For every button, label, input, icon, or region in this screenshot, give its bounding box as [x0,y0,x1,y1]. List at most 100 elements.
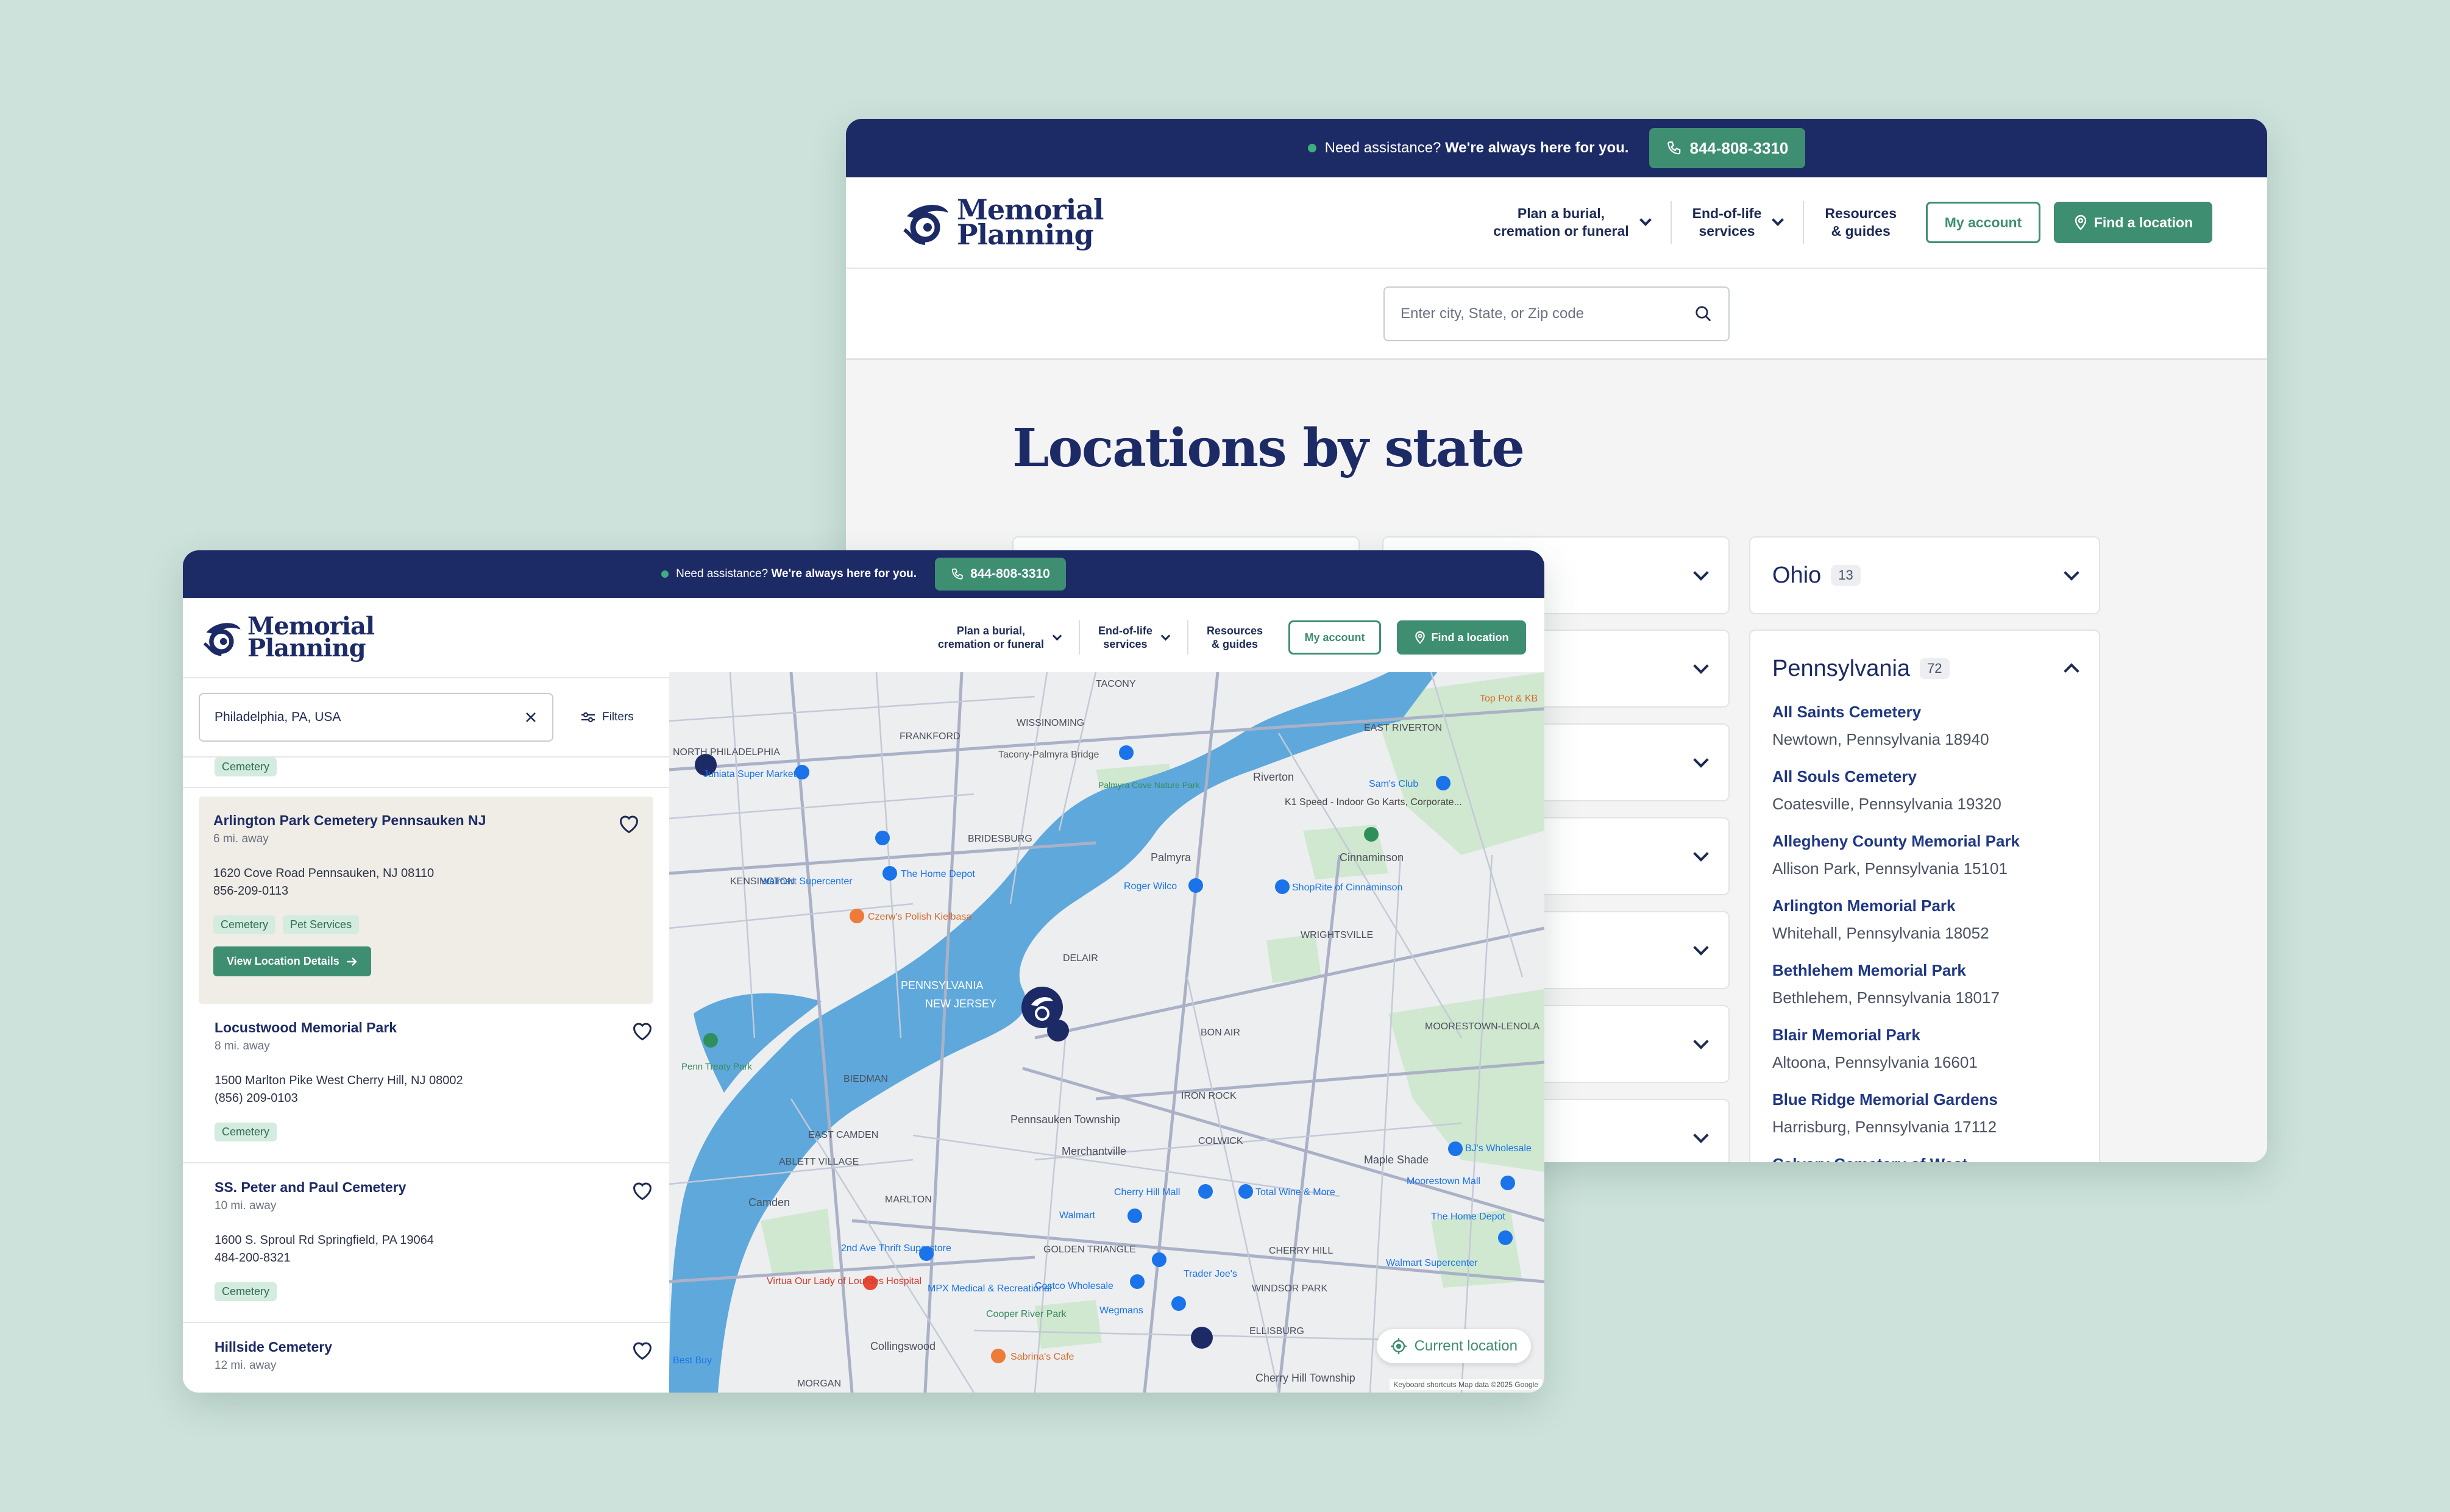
card-title: Arlington Park Cemetery Pennsauken NJ [213,812,486,828]
logo[interactable]: Memorial Planning [901,193,1104,251]
phone-button[interactable]: 844-808-3310 [935,558,1066,591]
chevron-down-icon [1639,214,1652,226]
favorite-heart-icon[interactable] [631,1180,653,1201]
location-item[interactable]: Arlington Memorial Park Whitehall, Pennsy… [1750,896,2099,943]
nav-plan[interactable]: Plan a burial, cremation or funeral [1472,201,1670,244]
tag-cemetery: Cemetery [215,1123,277,1141]
poi-label: Top Pot & KB [1480,694,1538,704]
map-label: WISSINOMING [1017,718,1084,728]
location-item[interactable]: Allegheny County Memorial Park Allison Pa… [1750,832,2099,878]
favorite-heart-icon[interactable] [618,814,640,834]
location-item[interactable]: Blair Memorial Park Altoona, Pennsylvania… [1750,1026,2099,1072]
card-phone: 856-209-0113 [213,884,289,898]
location-card[interactable]: Locustwood Memorial Park 8 mi. away 1500… [183,1004,669,1163]
phone-icon [1667,141,1681,155]
location-card[interactable]: Hillside Cemetery 12 mi. away [183,1323,669,1393]
poi-label: Juniata Super Market [703,769,797,779]
poi-label: The Home Depot [901,869,975,879]
map-label: Pennsauken Township [1010,1113,1120,1126]
chevron-up-icon[interactable] [2064,663,2079,679]
location-item[interactable]: All Souls Cemetery Coatesville, Pennsylva… [1750,767,2099,814]
state-accordion-pennsylvania[interactable]: Pennsylvania 72 All Saints Cemetery Newto… [1749,630,2100,1162]
map[interactable]: TACONY EAST RIVERTON Riverton FRANKFORD … [669,672,1544,1393]
card-tags: Cemetery [215,1123,639,1141]
find-location-button[interactable]: Find a location [2054,202,2212,243]
chevron-down-icon [1693,658,1709,674]
find-location-button[interactable]: Find a location [1397,620,1526,655]
search-value: Philadelphia, PA, USA [215,710,341,724]
location-search-input[interactable]: Philadelphia, PA, USA [199,693,553,742]
poi-label: Wegmans [1099,1305,1143,1316]
map-label: Palmyra [1151,851,1191,864]
my-account-button[interactable]: My account [1926,202,2040,243]
poi-label: Costco Wholesale [1035,1281,1113,1291]
chevron-down-icon [1693,940,1709,956]
map-label: MOORESTOWN-LENOLA [1425,1021,1540,1032]
poi-label: Walmart [1059,1210,1096,1221]
state-accordion-ohio[interactable]: Ohio 13 [1749,536,2100,614]
location-card[interactable]: SS. Peter and Paul Cemetery 10 mi. away … [183,1163,669,1323]
map-label: Cinnaminson [1340,851,1404,864]
location-pin-icon [2075,215,2087,230]
card-address: 1600 S. Sproul Rd Springfield, PA 19064 [215,1233,434,1247]
map-label: GOLDEN TRIANGLE [1043,1244,1136,1255]
search-icon[interactable] [1694,305,1713,323]
card-address: 1620 Cove Road Pennsauken, NJ 08110 [213,867,435,880]
poi-label: Cooper River Park [986,1309,1067,1319]
logo[interactable]: Memorial Planning [201,614,375,661]
map-canvas[interactable]: TACONY EAST RIVERTON Riverton FRANKFORD … [669,672,1544,1393]
map-label: WINDSOR PARK [1252,1283,1327,1294]
map-label: FRANKFORD [900,731,960,742]
location-count-badge: 13 [1831,565,1861,586]
filters-button[interactable]: Filters [580,711,634,724]
my-account-button[interactable]: My account [1288,620,1381,655]
poi-label: MPX Medical & Recreational [928,1283,1052,1294]
phone-button[interactable]: 844-808-3310 [1649,128,1806,168]
nav-resources[interactable]: Resources & guides [1804,201,1917,244]
location-search-input[interactable]: Enter city, State, or Zip code [1383,286,1730,341]
site-header: Memorial Planning Plan a burial, cremation… [846,177,2267,269]
map-label: DELAIR [1063,953,1098,964]
search-placeholder: Enter city, State, or Zip code [1401,305,1585,322]
favorite-heart-icon[interactable] [631,1021,653,1042]
main-nav: Plan a burial, cremation or funeral End-o… [1472,201,2212,244]
map-label: EAST CAMDEN [808,1130,878,1140]
location-item[interactable]: Calvary Cemetery of West Conshohocken [1750,1155,2099,1162]
phone-number: 844-808-3310 [970,567,1050,581]
state-name: Ohio [1772,562,1822,588]
search-row: Enter city, State, or Zip code [846,269,2267,360]
poi-label: Trader Joe's [1184,1269,1237,1279]
location-item[interactable]: All Saints Cemetery Newtown, Pennsylvania… [1750,703,2099,749]
card-title: SS. Peter and Paul Cemetery [215,1179,407,1195]
phone-icon [951,568,963,580]
online-dot-icon [661,570,669,578]
clear-icon[interactable] [524,711,538,724]
current-location-button[interactable]: Current location [1376,1329,1531,1363]
nav-end-of-life[interactable]: End-of-life services [1672,201,1803,244]
location-card-selected[interactable]: Arlington Park Cemetery Pennsauken NJ 6 … [199,797,653,1004]
assistance-bar: Need assistance? We're always here for y… [846,119,2267,177]
chevron-down-icon [1772,214,1784,226]
favorite-heart-icon[interactable] [631,1340,653,1361]
phone-number: 844-808-3310 [1689,138,1789,157]
poi-label: Walmart Supercenter [1386,1258,1478,1268]
map-label: TACONY [1096,679,1136,689]
logo-text: Memorial Planning [957,193,1104,251]
nav-plan[interactable]: Plan a burial, cremation or funeral [920,619,1079,656]
map-label: Merchantville [1062,1145,1126,1157]
card-distance: 12 mi. away [215,1359,277,1372]
nav-resources[interactable]: Resources & guides [1188,619,1281,656]
location-item[interactable]: Bethlehem Memorial Park Bethlehem, Pennsy… [1750,961,2099,1007]
location-finder-window: Need assistance? We're always here for y… [183,550,1544,1393]
card-phone: 484-200-8321 [215,1251,291,1265]
chevron-down-icon [1693,846,1709,862]
location-item[interactable]: Blue Ridge Memorial Gardens Harrisburg, P… [1750,1090,2099,1137]
state-name: Pennsylvania [1772,655,1911,681]
previous-card-tail: Cemetery [183,758,669,788]
map-label: ABLETT VILLAGE [779,1157,859,1167]
nav-end-of-life[interactable]: End-of-life services [1080,619,1187,656]
map-label: Cherry Hill Township [1255,1372,1355,1384]
view-location-details-button[interactable]: View Location Details [213,946,371,976]
poi-label: ShopRite of Cinnaminson [1292,882,1402,893]
map-label: COLWICK [1198,1136,1243,1146]
